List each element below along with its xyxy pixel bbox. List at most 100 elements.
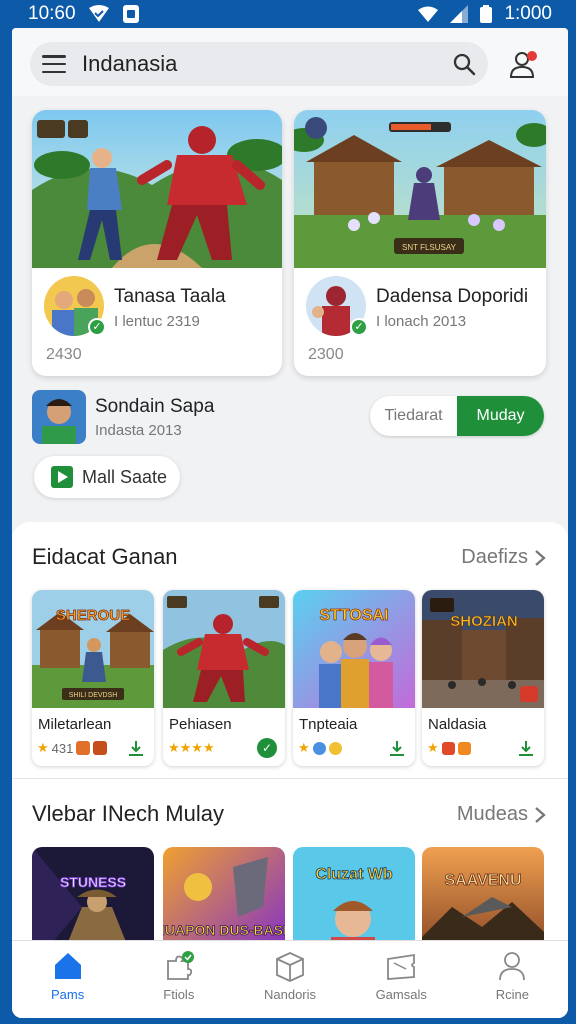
game-art-2	[163, 590, 285, 708]
download-icon[interactable]	[516, 738, 536, 758]
game-art-subtitle: SHILI DEVDSH	[69, 692, 118, 699]
mall-chip-button[interactable]: Mall Saate	[34, 456, 180, 498]
badge-icon	[441, 741, 455, 755]
search-bar[interactable]: Indanasia	[30, 42, 488, 86]
star-icon: ★	[37, 740, 49, 755]
game-meta: ★	[427, 740, 471, 756]
chip-label: Mall Saate	[82, 466, 168, 487]
nav-label: Rcine	[495, 987, 530, 1002]
download-icon[interactable]	[126, 738, 146, 758]
game-meta: ★	[298, 740, 342, 756]
badge-icon	[328, 741, 342, 755]
badge-icon	[312, 741, 326, 755]
search-icon[interactable]	[452, 52, 476, 76]
signal-icon	[450, 5, 469, 23]
more-label: Mudeas	[456, 803, 528, 825]
ticket-icon	[387, 953, 416, 980]
featured-subtitle: I lentuc 2319	[114, 313, 200, 330]
nav-label: Nandoris	[263, 987, 317, 1002]
segment-option-2[interactable]: Muday	[457, 396, 544, 436]
bottom-nav: Pams Ftiols Nandoris Gamsals Rcine	[12, 940, 568, 1018]
featured-name: Dadensa Doporidi	[376, 286, 529, 307]
featured-name: Tanasa Taala	[114, 286, 226, 307]
section-title: Eidacat Ganan	[32, 544, 178, 569]
game-art-title: STUNESS	[60, 874, 126, 890]
battery-icon	[480, 5, 493, 23]
search-title: Indanasia	[82, 51, 178, 76]
game-tile-1[interactable]: SHEROUE SHILI DEVDSH Miletarlean ★ 431	[32, 590, 154, 766]
game-meta: ★ 431	[37, 740, 108, 756]
game-tile-3[interactable]: STTOSAI Tnpteaia ★	[293, 590, 415, 766]
featured-count: 2300	[308, 346, 344, 363]
badge-icon	[457, 741, 471, 755]
game-art-1: SHEROUE SHILI DEVDSH	[32, 590, 154, 708]
featured-art-1	[32, 110, 282, 268]
nav-item-ticket[interactable]: Gamsals	[346, 941, 457, 1018]
star-icon: ★	[298, 740, 310, 755]
game-rating-count: 431	[51, 740, 74, 756]
sim-icon	[122, 5, 139, 23]
game-art-3: STTOSAI	[293, 590, 415, 708]
game-art-title: NUAPON DUS-BASN	[163, 922, 285, 938]
menu-icon[interactable]	[42, 55, 66, 73]
section-more-link[interactable]: Daefizs	[461, 546, 546, 569]
game-tile-2[interactable]: Pehiasen ★★★★ ✓	[163, 590, 285, 766]
wifi-icon	[418, 6, 439, 22]
nav-label: Pams	[50, 987, 85, 1002]
nav-label: Gamsals	[375, 987, 427, 1002]
play-icon	[51, 466, 73, 488]
home-icon	[54, 953, 81, 979]
star-rating: ★★★★	[168, 740, 215, 755]
nav-label: Ftiols	[163, 987, 195, 1002]
badge-icon	[76, 741, 91, 755]
star-icon: ★	[427, 740, 439, 755]
small-app-item[interactable]: Sondain Sapa Indasta 2013	[32, 390, 372, 446]
download-icon[interactable]	[387, 738, 407, 758]
featured-subtitle: I lonach 2013	[376, 313, 467, 330]
chevron-right-icon	[535, 806, 546, 823]
puzzle-icon	[166, 951, 194, 980]
game-art-title: SHOZIAN	[450, 613, 518, 630]
status-clock: 1:000	[504, 3, 552, 24]
wifi-shield-icon	[88, 5, 109, 22]
featured-art-label: SNT FLSUSAY	[402, 243, 457, 252]
featured-card-1[interactable]: ✓ Tanasa Taala I lentuc 2319 2430	[32, 110, 282, 376]
verified-check-icon: ✓	[350, 318, 368, 336]
game-name: Naldasia	[428, 716, 487, 733]
segment-toggle: Tiedarat Muday	[370, 396, 544, 436]
chevron-right-icon	[535, 549, 546, 566]
nav-item-profile[interactable]: Rcine	[457, 941, 568, 1018]
verified-check-icon: ✓	[88, 318, 106, 336]
status-bar: 10:60 1:000	[0, 0, 576, 28]
game-meta: ★★★★	[168, 740, 215, 756]
game-tile-4[interactable]: SHOZIAN Naldasia ★	[422, 590, 544, 766]
segment-option-1[interactable]: Tiedarat	[370, 396, 457, 436]
installed-check-icon[interactable]: ✓	[257, 738, 277, 758]
profile-alert-icon[interactable]	[508, 48, 540, 80]
game-art-title: STTOSAI	[319, 607, 388, 624]
top-bar: Indanasia	[12, 28, 568, 96]
game-name: Pehiasen	[169, 716, 232, 733]
small-app-thumb	[32, 390, 86, 444]
featured-count: 2430	[46, 346, 82, 363]
nav-item-box[interactable]: Nandoris	[234, 941, 345, 1018]
game-art-title: SAAVENU	[444, 872, 521, 889]
more-label: Daefizs	[461, 546, 528, 568]
game-art-title: SHEROUE	[56, 607, 130, 624]
section-title: Vlebar INech Mulay	[32, 801, 224, 826]
small-app-name: Sondain Sapa	[95, 396, 215, 417]
badge-icon	[93, 741, 108, 755]
nav-item-puzzle[interactable]: Ftiols	[123, 941, 234, 1018]
section-more-link[interactable]: Mudeas	[457, 803, 546, 826]
status-time: 10:60	[28, 3, 76, 24]
section-featured-games: Eidacat Ganan Daefizs SHEROUE SHILI DEVD…	[12, 522, 568, 778]
app-screen: Indanasia ✓ Tanasa Taala I lentuc 2319 2…	[12, 28, 568, 1018]
game-name: Miletarlean	[38, 716, 112, 733]
game-art-4: SHOZIAN	[422, 590, 544, 708]
person-icon	[499, 952, 526, 981]
nav-item-home[interactable]: Pams	[12, 941, 123, 1018]
featured-card-2[interactable]: SNT FLSUSAY ✓ Dadensa Doporidi I lonach …	[294, 110, 546, 376]
featured-art-2: SNT FLSUSAY	[294, 110, 546, 268]
game-name: Tnpteaia	[299, 716, 358, 733]
small-app-subtitle: Indasta 2013	[95, 422, 182, 439]
